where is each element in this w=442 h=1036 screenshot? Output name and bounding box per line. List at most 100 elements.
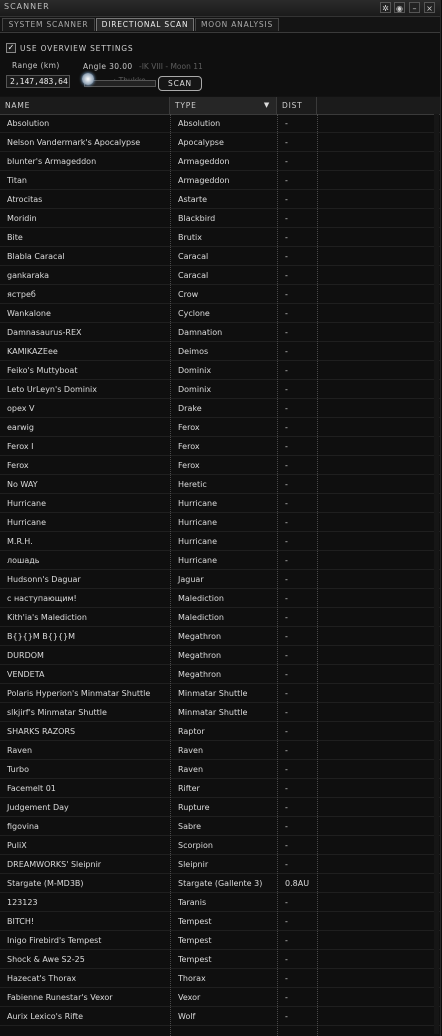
angle-slider[interactable]	[84, 80, 156, 87]
table-row[interactable]: 123123 Taranis -	[0, 893, 440, 912]
table-row[interactable]: Absolution Absolution -	[0, 114, 440, 133]
table-row[interactable]: Damnasaurus-REX Damnation -	[0, 323, 440, 342]
cell-dist: -	[285, 803, 288, 812]
table-row[interactable]: Titan Armageddon -	[0, 171, 440, 190]
cell-dist: -	[285, 898, 288, 907]
cell-type: Scorpion	[178, 841, 213, 850]
column-header-type[interactable]: TYPE ▼	[170, 97, 277, 114]
range-label: Range (km)	[12, 61, 60, 70]
table-row[interactable]: opex V Drake -	[0, 399, 440, 418]
table-row[interactable]: DREAMWORKS' Sleipnir Sleipnir -	[0, 855, 440, 874]
table-row[interactable]: с наступающим! Malediction -	[0, 589, 440, 608]
title-bar[interactable]: SCANNER ✲ ◉ – ×	[0, 0, 440, 17]
table-row[interactable]: Hurricane Hurricane -	[0, 494, 440, 513]
cell-name: slkjirf's Minmatar Shuttle	[7, 708, 107, 717]
cell-name: Inigo Firebird's Tempest	[7, 936, 102, 945]
table-row[interactable]: Bite Brutix -	[0, 228, 440, 247]
cell-name: Bite	[7, 233, 23, 242]
pin-icon[interactable]: ✲	[380, 2, 391, 13]
cell-dist: -	[285, 252, 288, 261]
cell-name: Nelson Vandermark's Apocalypse	[7, 138, 141, 147]
scan-button[interactable]: SCAN	[158, 76, 202, 91]
table-row[interactable]: Judgement Day Rupture -	[0, 798, 440, 817]
table-row[interactable]: Shock & Awe S2-25 Tempest -	[0, 950, 440, 969]
vertical-scrollbar[interactable]	[434, 114, 439, 1034]
table-row[interactable]: figovina Sabre -	[0, 817, 440, 836]
table-row[interactable]: VENDETA Megathron -	[0, 665, 440, 684]
table-row[interactable]: SHARKS RAZORS Raptor -	[0, 722, 440, 741]
table-row[interactable]: Wankalone Cyclone -	[0, 304, 440, 323]
table-row[interactable]: Turbo Raven -	[0, 760, 440, 779]
cell-type: Megathron	[178, 651, 222, 660]
table-row[interactable]: Kith'ia's Malediction Malediction -	[0, 608, 440, 627]
table-row[interactable]: gankaraka Caracal -	[0, 266, 440, 285]
table-row[interactable]: Feiko's Muttyboat Dominix -	[0, 361, 440, 380]
table-row[interactable]: Fabienne Runestar's Vexor Vexor -	[0, 988, 440, 1007]
minimize-icon[interactable]: –	[409, 2, 420, 13]
table-row[interactable]: Moridin Blackbird -	[0, 209, 440, 228]
cell-dist: -	[285, 423, 288, 432]
table-row[interactable]: slkjirf's Minmatar Shuttle Minmatar Shutt…	[0, 703, 440, 722]
table-row[interactable]: Stargate (M-MD3B) Stargate (Gallente 3) 0.…	[0, 874, 440, 893]
table-row[interactable]: Hazecat's Thorax Thorax -	[0, 969, 440, 988]
column-header-dist[interactable]: DIST	[277, 97, 317, 114]
table-row[interactable]: No WAY Heretic -	[0, 475, 440, 494]
cell-name: Blabla Caracal	[7, 252, 65, 261]
table-row[interactable]: Aurix Lexico's Rifte Wolf -	[0, 1007, 440, 1026]
cell-name: KAMIKAZEee	[7, 347, 58, 356]
close-icon[interactable]: ×	[424, 2, 435, 13]
cell-type: Dominix	[178, 385, 212, 394]
range-input[interactable]: 2,147,483,64	[6, 75, 70, 88]
table-row[interactable]: Hurricane Hurricane -	[0, 513, 440, 532]
table-row[interactable]: Blabla Caracal Caracal -	[0, 247, 440, 266]
angle-slider-knob[interactable]	[82, 73, 94, 85]
cell-type: Damnation	[178, 328, 223, 337]
table-row[interactable]: M.R.H. Hurricane -	[0, 532, 440, 551]
table-row[interactable]: Ferox Ferox -	[0, 456, 440, 475]
table-row[interactable]: Atrocitas Astarte -	[0, 190, 440, 209]
table-row[interactable]: ястреб Crow -	[0, 285, 440, 304]
cell-name: Raven	[7, 746, 33, 755]
table-row[interactable]: Hudsonn's Daguar Jaguar -	[0, 570, 440, 589]
table-row[interactable]: B{}{}M B{}{}M Megathron -	[0, 627, 440, 646]
cell-dist: -	[285, 746, 288, 755]
tab-directional-scan[interactable]: DIRECTIONAL SCAN	[96, 18, 194, 31]
table-row[interactable]: KAMIKAZEee Deimos -	[0, 342, 440, 361]
table-row[interactable]: DURDOM Megathron -	[0, 646, 440, 665]
table-row[interactable]: Leto UrLeyn's Dominix Dominix -	[0, 380, 440, 399]
table-row[interactable]: earwig Ferox -	[0, 418, 440, 437]
cell-type: Jaguar	[178, 575, 204, 584]
cell-name: Aurix Lexico's Rifte	[7, 1012, 84, 1021]
table-row[interactable]: BITCH! Tempest -	[0, 912, 440, 931]
cell-type: Malediction	[178, 613, 224, 622]
table-row[interactable]: Polaris Hyperion's Minmatar Shuttle Minma…	[0, 684, 440, 703]
table-row[interactable]: Nelson Vandermark's Apocalypse Apocalypse…	[0, 133, 440, 152]
table-row[interactable]: Facemelt 01 Rifter -	[0, 779, 440, 798]
cell-type: Caracal	[178, 252, 209, 261]
cell-dist: -	[285, 271, 288, 280]
tab-system-scanner[interactable]: SYSTEM SCANNER	[2, 18, 95, 31]
cell-name: DURDOM	[7, 651, 44, 660]
table-row[interactable]: blunter's Armageddon Armageddon -	[0, 152, 440, 171]
cell-name: Atrocitas	[7, 195, 43, 204]
table-row[interactable]: лошадь Hurricane -	[0, 551, 440, 570]
cell-type: Malediction	[178, 594, 224, 603]
table-row[interactable]: Ferox I Ferox -	[0, 437, 440, 456]
table-row[interactable]: PuliX Scorpion -	[0, 836, 440, 855]
table-row[interactable]: Raven Raven -	[0, 741, 440, 760]
cell-dist: 0.8AU	[285, 879, 310, 888]
cell-dist: -	[285, 404, 288, 413]
cell-type: Deimos	[178, 347, 209, 356]
cell-type: Armageddon	[178, 176, 230, 185]
table-row[interactable]: Inigo Firebird's Tempest Tempest -	[0, 931, 440, 950]
use-overview-checkbox[interactable]: ✓	[6, 43, 16, 53]
tab-moon-analysis[interactable]: MOON ANALYSIS	[195, 18, 279, 31]
cell-type: Rifter	[178, 784, 200, 793]
window-menu-icon[interactable]: ◉	[394, 2, 405, 13]
column-header-name[interactable]: NAME	[0, 97, 170, 114]
cell-type: Astarte	[178, 195, 208, 204]
cell-type: Megathron	[178, 632, 222, 641]
cell-dist: -	[285, 366, 288, 375]
cell-name: ястреб	[7, 290, 36, 299]
cell-name: 123123	[7, 898, 38, 907]
